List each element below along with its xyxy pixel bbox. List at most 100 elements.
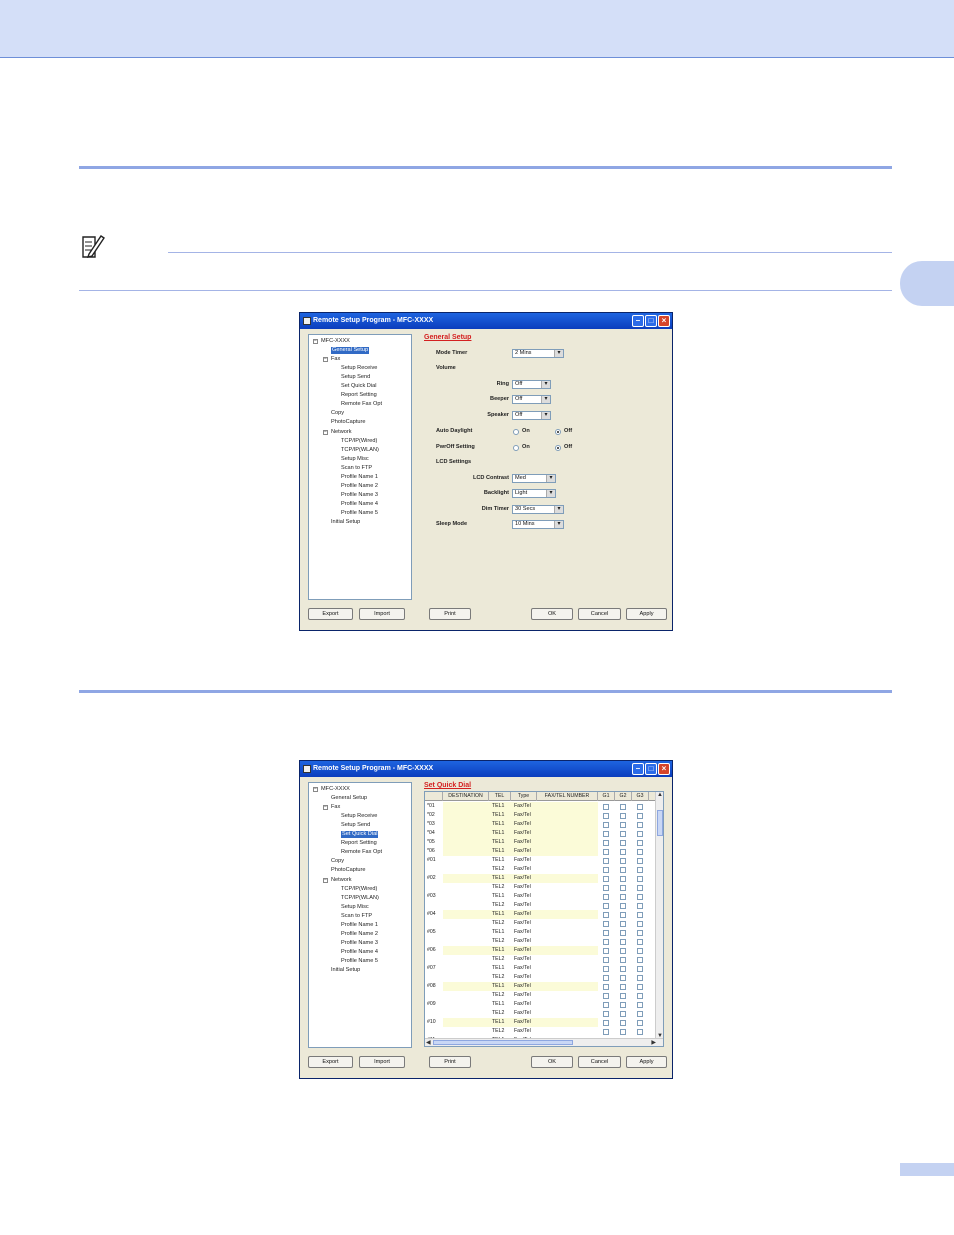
import-button[interactable]: Import [359,608,405,620]
table-row[interactable]: #10 TEL1 Fax/Tel [425,1018,657,1027]
table-row[interactable]: *04 TEL1 Fax/Tel [425,829,657,838]
sleep-mode-select[interactable]: 10 Mins [512,520,564,529]
group-checkbox[interactable] [620,831,626,837]
tree-item[interactable]: TCP/IP(WLAN) [341,895,379,902]
tree-item[interactable]: Copy [331,858,344,865]
tree-expander-icon[interactable]: − [313,787,318,792]
group-checkbox[interactable] [603,840,609,846]
tree-item[interactable]: Scan to FTP [341,465,372,472]
group-checkbox[interactable] [603,876,609,882]
group-checkbox[interactable] [620,930,626,936]
group-checkbox[interactable] [637,912,643,918]
table-row[interactable]: #03 TEL1 Fax/Tel [425,892,657,901]
group-checkbox[interactable] [620,894,626,900]
table-row[interactable]: TEL2 Fax/Tel [425,865,657,874]
group-checkbox[interactable] [637,894,643,900]
tree-item[interactable]: Setup Receive [341,365,377,372]
group-checkbox[interactable] [603,831,609,837]
auto-daylight-on-radio[interactable] [513,429,519,435]
group-checkbox[interactable] [637,1011,643,1017]
group-checkbox[interactable] [603,957,609,963]
tree-item[interactable]: Initial Setup [331,967,360,974]
settings-tree[interactable]: − MFC-XXXX General Setup − Fax Setup Receive S… [308,334,412,600]
tree-item[interactable]: Remote Fax Opt [341,849,382,856]
backlight-select[interactable]: Light [512,489,556,498]
group-checkbox[interactable] [603,885,609,891]
table-row[interactable]: #09 TEL1 Fax/Tel [425,1000,657,1009]
group-checkbox[interactable] [603,1029,609,1035]
group-checkbox[interactable] [603,894,609,900]
group-checkbox[interactable] [637,876,643,882]
tree-item[interactable]: Profile Name 1 [341,922,378,929]
window-titlebar[interactable]: Remote Setup Program - MFC-XXXX – □ × [300,313,672,329]
tree-item[interactable]: Initial Setup [331,519,360,526]
group-checkbox[interactable] [620,1002,626,1008]
group-checkbox[interactable] [603,948,609,954]
tree-expander-icon[interactable]: − [323,357,328,363]
group-checkbox[interactable] [603,849,609,855]
group-checkbox[interactable] [620,1020,626,1026]
table-row[interactable]: TEL2 Fax/Tel [425,919,657,928]
group-checkbox[interactable] [620,867,626,873]
auto-daylight-off-radio[interactable] [555,429,561,435]
import-button[interactable]: Import [359,1056,405,1068]
group-checkbox[interactable] [637,840,643,846]
tree-item[interactable]: Profile Name 4 [341,501,378,508]
apply-button[interactable]: Apply [626,1056,667,1068]
tree-item[interactable]: Profile Name 3 [341,492,378,499]
cancel-button[interactable]: Cancel [578,1056,621,1068]
table-row[interactable]: TEL2 Fax/Tel [425,955,657,964]
group-checkbox[interactable] [620,858,626,864]
tree-item[interactable]: Report Setting [341,392,377,399]
settings-tree[interactable]: − MFC-XXXX General Setup − Fax Setup Receive S… [308,782,412,1048]
scroll-right-icon[interactable]: ▶ [651,1039,656,1046]
group-checkbox[interactable] [637,930,643,936]
table-row[interactable]: TEL2 Fax/Tel [425,937,657,946]
group-checkbox[interactable] [603,867,609,873]
table-row[interactable]: TEL2 Fax/Tel [425,1009,657,1018]
tree-item[interactable]: Profile Name 1 [341,474,378,481]
table-row[interactable]: *05 TEL1 Fax/Tel [425,838,657,847]
group-checkbox[interactable] [620,966,626,972]
tree-item[interactable]: Report Setting [341,840,377,847]
tree-item[interactable]: Profile Name 2 [341,931,378,938]
group-checkbox[interactable] [637,831,643,837]
group-checkbox[interactable] [603,939,609,945]
tree-item[interactable]: Copy [331,410,344,417]
group-checkbox[interactable] [603,903,609,909]
group-checkbox[interactable] [603,822,609,828]
group-checkbox[interactable] [637,966,643,972]
group-checkbox[interactable] [603,966,609,972]
group-checkbox[interactable] [620,849,626,855]
tree-item[interactable]: Fax [331,804,340,811]
maximize-icon[interactable]: □ [645,315,657,327]
maximize-icon[interactable]: □ [645,763,657,775]
tree-expander-icon[interactable]: − [323,805,328,811]
tree-expander-icon[interactable]: − [323,429,328,435]
group-checkbox[interactable] [637,867,643,873]
tree-expander-icon[interactable]: − [323,877,328,883]
tree-item[interactable]: Profile Name 5 [341,958,378,965]
ring-select[interactable]: Off [512,380,551,389]
table-row[interactable]: #04 TEL1 Fax/Tel [425,910,657,919]
table-row[interactable]: TEL2 Fax/Tel [425,901,657,910]
group-checkbox[interactable] [603,804,609,810]
tree-item[interactable]: PhotoCapture [331,867,366,874]
scroll-thumb[interactable] [657,810,663,836]
ok-button[interactable]: OK [531,608,573,620]
tree-item[interactable]: Network [331,429,352,436]
table-row[interactable]: #01 TEL1 Fax/Tel [425,856,657,865]
group-checkbox[interactable] [637,822,643,828]
close-icon[interactable]: × [658,763,670,775]
group-checkbox[interactable] [620,939,626,945]
group-checkbox[interactable] [620,813,626,819]
tree-item[interactable]: Network [331,877,352,884]
group-checkbox[interactable] [637,921,643,927]
group-checkbox[interactable] [620,984,626,990]
tree-item[interactable]: Scan to FTP [341,913,372,920]
table-row[interactable]: TEL2 Fax/Tel [425,973,657,982]
tree-item[interactable]: Setup Misc [341,456,369,463]
tree-item[interactable]: TCP/IP(Wired) [341,886,377,893]
tree-expander-icon[interactable]: − [313,339,318,344]
table-row[interactable]: #05 TEL1 Fax/Tel [425,928,657,937]
